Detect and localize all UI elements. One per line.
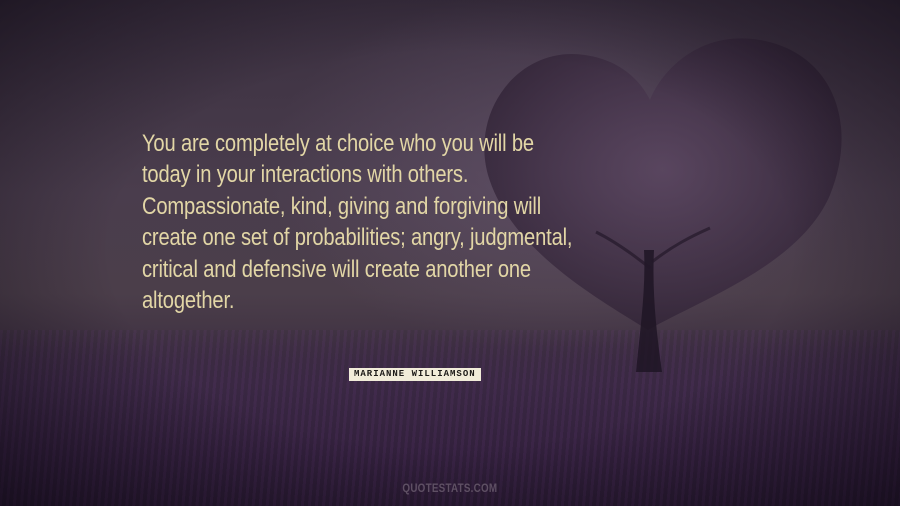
quote-line: today in your interactions with others. <box>142 161 469 189</box>
quote-line: You are completely at choice who you wil… <box>142 130 534 157</box>
quote-line: Compassionate, kind, giving and forgivin… <box>142 192 542 220</box>
site-watermark-text: QUOTESTATS.COM <box>402 481 498 495</box>
site-watermark: QUOTESTATS.COM <box>0 481 900 495</box>
quote-line: create one set of probabilities; angry, … <box>142 224 573 252</box>
quote-line: altogether. <box>142 287 235 315</box>
author-label: MARIANNE WILLIAMSON <box>349 368 481 381</box>
quote-text: You are completely at choice who you wil… <box>142 128 654 316</box>
quote-line: critical and defensive will create anoth… <box>142 255 531 283</box>
quote-image: You are completely at choice who you wil… <box>0 0 900 506</box>
